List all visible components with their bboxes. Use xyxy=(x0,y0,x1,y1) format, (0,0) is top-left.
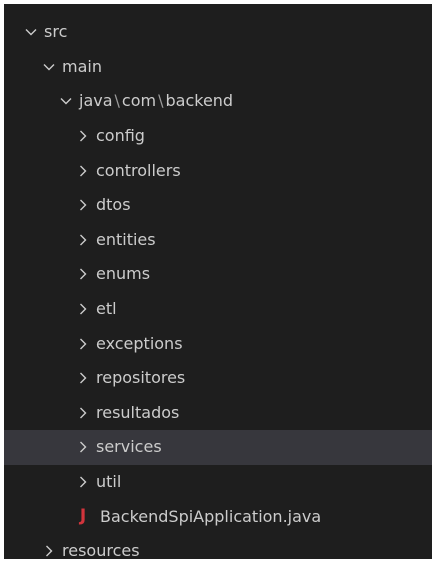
folder-label-main: main xyxy=(62,56,102,76)
chevron-right-icon xyxy=(76,198,90,212)
folder-label-enums: enums xyxy=(96,264,151,284)
folder-label-util: util xyxy=(96,472,122,492)
tree-folder-resources[interactable]: resources xyxy=(4,534,432,559)
chevron-right-icon xyxy=(76,233,90,247)
folder-label-resultados: resultados xyxy=(96,402,180,422)
java-file-icon: J xyxy=(79,506,87,527)
folder-label-controllers: controllers xyxy=(96,160,181,180)
file-label: BackendSpiApplication.java xyxy=(100,506,322,526)
folder-label-etl: etl xyxy=(96,299,117,319)
chevron-right-icon xyxy=(76,475,90,489)
folder-label-resources: resources xyxy=(62,541,140,559)
package-separator: \ xyxy=(114,91,120,111)
chevron-down-icon xyxy=(59,94,73,108)
folder-label-dtos: dtos xyxy=(96,195,131,215)
chevron-down-icon xyxy=(24,25,38,39)
tree-folder-src[interactable]: src xyxy=(4,15,432,50)
tree-folder-enums[interactable]: enums xyxy=(4,257,432,292)
tree-folder-util[interactable]: util xyxy=(4,465,432,500)
tree-folder-services[interactable]: services xyxy=(4,430,432,465)
package-segment-java: java xyxy=(79,91,113,111)
chevron-right-icon xyxy=(76,267,90,281)
chevron-right-icon xyxy=(42,544,56,558)
chevron-right-icon xyxy=(76,371,90,385)
tree-folder-controllers[interactable]: controllers xyxy=(4,153,432,188)
chevron-right-icon xyxy=(76,302,90,316)
folder-label-exceptions: exceptions xyxy=(96,333,183,353)
chevron-right-icon xyxy=(76,337,90,351)
file-explorer-tree: src main java \ com \ backend config con… xyxy=(4,4,432,559)
tree-folder-config[interactable]: config xyxy=(4,119,432,154)
package-separator: \ xyxy=(158,91,164,111)
tree-package-java-com-backend[interactable]: java \ com \ backend xyxy=(4,84,432,119)
folder-label-src: src xyxy=(44,22,68,42)
package-segment-backend: backend xyxy=(165,91,234,111)
package-segment-com: com xyxy=(121,91,157,111)
tree-folder-resultados[interactable]: resultados xyxy=(4,396,432,431)
tree-folder-etl[interactable]: etl xyxy=(4,292,432,327)
folder-label-repositores: repositores xyxy=(96,368,186,388)
tree-folder-entities[interactable]: entities xyxy=(4,223,432,258)
chevron-right-icon xyxy=(76,129,90,143)
tree-file-backendspiapplication[interactable]: J BackendSpiApplication.java xyxy=(4,499,432,534)
folder-label-entities: entities xyxy=(96,229,156,249)
tree-folder-dtos[interactable]: dtos xyxy=(4,188,432,223)
chevron-right-icon xyxy=(76,406,90,420)
chevron-right-icon xyxy=(76,440,90,454)
tree-folder-exceptions[interactable]: exceptions xyxy=(4,326,432,361)
tree-folder-repositores[interactable]: repositores xyxy=(4,361,432,396)
chevron-down-icon xyxy=(42,60,56,74)
chevron-right-icon xyxy=(76,164,90,178)
folder-label-services: services xyxy=(96,437,162,457)
folder-label-config: config xyxy=(96,126,145,146)
tree-folder-main[interactable]: main xyxy=(4,50,432,85)
